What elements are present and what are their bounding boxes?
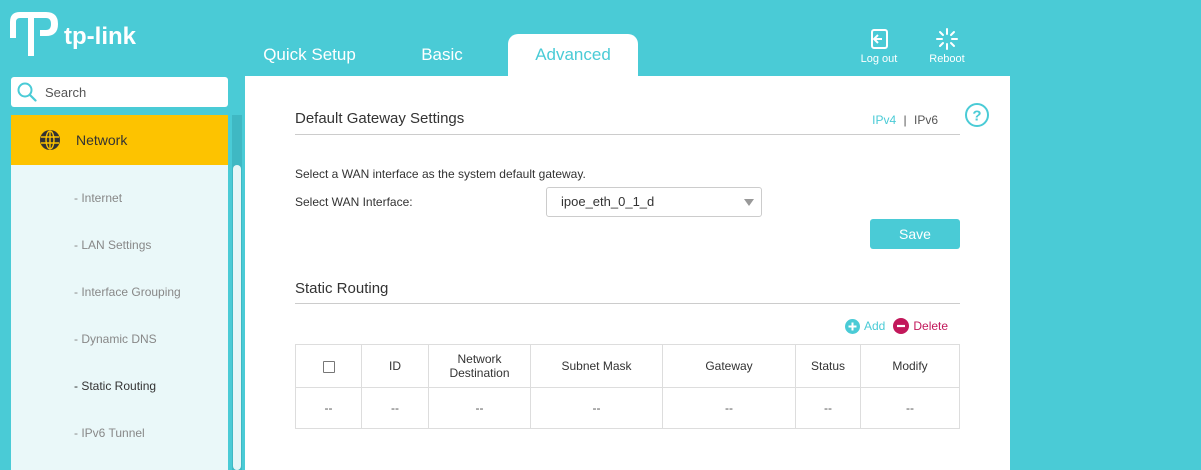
static-routing-table: ID Network Destination Subnet Mask Gatew… <box>295 344 960 429</box>
column-header-destination: Network Destination <box>428 344 531 388</box>
tab-quick-setup[interactable]: Quick Setup <box>243 34 376 76</box>
sidebar-scrollbar-thumb[interactable] <box>233 165 241 470</box>
static-routing-title: Static Routing <box>295 280 389 297</box>
sidebar-item-network-label: Network <box>76 132 128 148</box>
logout-label: Log out <box>860 53 898 65</box>
main-tabs: Quick Setup Basic Advanced <box>243 34 638 76</box>
row-gateway-cell: -- <box>662 387 796 429</box>
search-box <box>11 77 228 107</box>
sidebar: Network - Internet - LAN Settings - Inte… <box>11 115 228 470</box>
column-header-destination-line2: Destination <box>449 366 510 380</box>
logout-icon <box>871 29 888 49</box>
reboot-label: Reboot <box>929 53 965 65</box>
wan-interface-select[interactable]: ipoe_eth_0_1_d <box>546 187 762 217</box>
svg-text:?: ? <box>972 108 981 125</box>
column-header-destination-line1: Network <box>457 352 502 366</box>
column-header-status: Status <box>795 344 861 388</box>
sidebar-item-network[interactable]: Network <box>11 115 228 165</box>
select-all-checkbox[interactable] <box>322 360 335 373</box>
ipv4-link[interactable]: IPv4 <box>872 113 896 127</box>
column-header-subnet-mask: Subnet Mask <box>530 344 663 388</box>
add-button[interactable]: Add <box>845 318 886 334</box>
row-mask-cell: -- <box>530 387 663 429</box>
add-icon <box>845 318 860 334</box>
sidebar-item-interface-grouping[interactable]: - Interface Grouping <box>11 269 228 316</box>
sidebar-item-internet[interactable]: - Internet <box>11 175 228 222</box>
ip-version-toggle: IPv4 | IPv6 <box>872 113 938 127</box>
wan-interface-value: ipoe_eth_0_1_d <box>561 194 655 209</box>
tab-advanced[interactable]: Advanced <box>508 34 638 76</box>
dropdown-caret-icon <box>744 199 754 206</box>
gateway-description: Select a WAN interface as the system def… <box>295 167 586 181</box>
table-actions: Add Delete <box>845 318 948 334</box>
table-row: -- -- -- -- -- -- -- <box>295 387 960 429</box>
column-header-modify: Modify <box>860 344 960 388</box>
help-icon: ? <box>965 103 989 127</box>
sidebar-item-dynamic-dns[interactable]: - Dynamic DNS <box>11 316 228 363</box>
save-button[interactable]: Save <box>870 219 960 249</box>
ipv6-link[interactable]: IPv6 <box>914 113 938 127</box>
delete-icon <box>893 318 910 334</box>
row-id-cell: -- <box>361 387 429 429</box>
row-status-cell: -- <box>795 387 861 429</box>
svg-text:tp-link: tp-link <box>64 23 137 50</box>
sidebar-item-static-routing[interactable]: - Static Routing <box>11 363 228 410</box>
reboot-button[interactable]: Reboot <box>917 28 977 65</box>
main-panel: Default Gateway Settings IPv4 | IPv6 Sel… <box>245 76 1010 470</box>
logout-button[interactable]: Log out <box>849 28 909 65</box>
sidebar-item-ipv6-tunnel[interactable]: - IPv6 Tunnel <box>11 410 228 457</box>
wan-interface-label: Select WAN Interface: <box>295 195 413 209</box>
reboot-icon <box>936 28 958 50</box>
sidebar-item-lan-settings[interactable]: - LAN Settings <box>11 222 228 269</box>
select-all-cell <box>295 344 362 388</box>
row-check-cell: -- <box>295 387 362 429</box>
delete-button[interactable]: Delete <box>893 318 948 334</box>
help-button[interactable]: ? <box>964 102 990 133</box>
globe-icon <box>40 130 60 150</box>
search-input[interactable] <box>45 84 215 100</box>
table-header-row: ID Network Destination Subnet Mask Gatew… <box>295 344 960 388</box>
search-icon[interactable] <box>17 82 37 102</box>
delete-label: Delete <box>913 319 949 333</box>
tp-link-logo[interactable]: tp-link <box>8 8 148 60</box>
column-header-gateway: Gateway <box>662 344 796 388</box>
divider <box>295 134 960 135</box>
column-header-id: ID <box>361 344 429 388</box>
ip-separator: | <box>903 113 907 127</box>
row-modify-cell: -- <box>860 387 960 429</box>
add-label: Add <box>864 319 886 333</box>
tab-basic[interactable]: Basic <box>376 34 508 76</box>
row-destination-cell: -- <box>428 387 531 429</box>
divider <box>295 303 960 304</box>
default-gateway-title: Default Gateway Settings <box>295 110 465 127</box>
tp-link-logo-icon: tp-link <box>10 12 137 56</box>
